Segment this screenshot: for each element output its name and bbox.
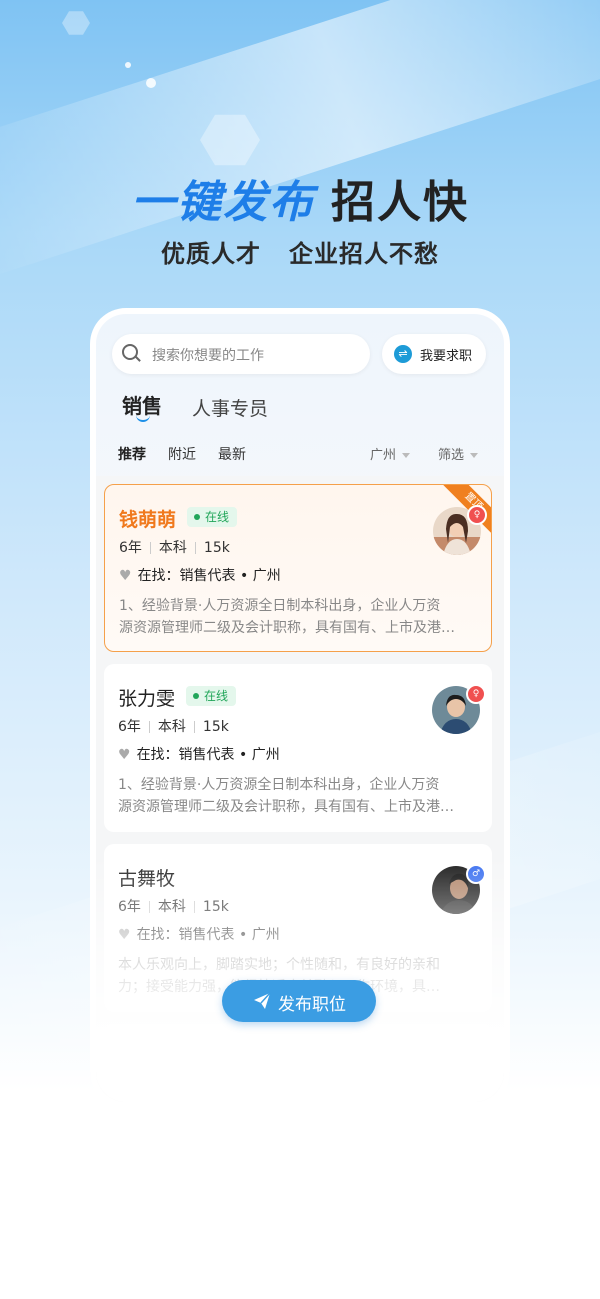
city-label: 广州	[370, 448, 410, 463]
experience: 6年	[119, 540, 142, 556]
education: 本科	[157, 899, 186, 915]
search-icon	[122, 344, 138, 360]
search-placeholder: 搜索你想要的工作	[152, 348, 264, 364]
seeking-row: ♥ 在找：销售代表 • 广州	[118, 924, 280, 944]
headline-dark: 招人快	[331, 177, 469, 228]
seek-job-label: 我要求职	[420, 349, 473, 364]
city-dropdown[interactable]: 广州	[370, 444, 410, 463]
candidate-description: 1、经验背景·人万资源全日制本科出身，企业人万资 源资源管理师二级及会计职称，具有…	[119, 595, 481, 639]
female-icon: ♀	[466, 1044, 486, 1064]
desc-line: 1、经验背景·人万资源全日制本科出身，企业人万资	[118, 777, 440, 793]
decor-dot	[146, 78, 156, 88]
hero-subline: 优质人才 企业招人不愁	[0, 234, 600, 269]
female-icon: ♀	[466, 684, 486, 704]
heart-icon: ♥	[119, 568, 132, 584]
education: 本科	[158, 540, 187, 556]
headline-blue: 一键发布	[131, 177, 315, 228]
desc-line: 源资源管理师二级及会计职称，具有国有、上市及港…	[119, 620, 455, 636]
experience: 6年	[118, 899, 141, 915]
hero-headline: 一键发布 招人快	[0, 166, 600, 230]
candidate-meta: 6年 本科 15k	[118, 896, 229, 916]
male-icon: ♂	[466, 864, 486, 884]
candidate-meta: 6年 本科 15k	[119, 537, 230, 557]
salary: 15k	[202, 719, 229, 735]
filter-recommended[interactable]: 推荐	[118, 444, 146, 464]
candidate-card[interactable]: 张力雯 在线 6年 本科 15k ♥ 在找：销售代表 • 广州 1、经验背景·人万资源…	[104, 664, 492, 832]
candidate-description: 1、经验背景·人万资源全日制本科出身，企业人万资 源资源管理师二级及会计职称，具有…	[118, 774, 480, 818]
experience: 6年	[118, 719, 141, 735]
salary: 15k	[202, 899, 229, 915]
desc-line: 1、经验背景·人万资源全日制本科出身，企业人万资	[119, 598, 441, 614]
candidate-name: 张力雯	[118, 688, 176, 710]
candidate-meta: 6年 本科 15k	[118, 716, 229, 736]
subline-part-1: 优质人才	[161, 240, 261, 268]
candidate-meta: 6年 本科 15k	[118, 1076, 229, 1096]
seek-job-button[interactable]: ⇌ 我要求职	[382, 334, 486, 374]
candidate-name: 钱萌萌	[119, 509, 177, 531]
subline-part-2: 企业招人不愁	[289, 240, 439, 268]
tab-active-indicator	[136, 414, 150, 422]
candidate-card[interactable]: 周静静 6年 本科 15k ♀	[104, 1024, 492, 1102]
filter-label: 筛选	[438, 448, 478, 463]
decor-hexagon	[62, 11, 90, 35]
publish-job-label: 发布职位	[278, 995, 346, 1015]
seeking-text: 在找：销售代表 • 广州	[136, 747, 280, 763]
candidate-name: 古舞牧	[118, 868, 176, 890]
seeking-text: 在找：销售代表 • 广州	[137, 568, 281, 584]
education: 本科	[157, 719, 186, 735]
online-badge: 在线	[186, 686, 237, 706]
decor-dot	[125, 62, 131, 68]
desc-line: 本人乐观向上，脚踏实地；个性随和，有良好的亲和	[118, 957, 440, 973]
education: 本科	[157, 1079, 186, 1095]
candidate-card[interactable]: 置顶 钱萌萌 在线 6年 本科 15k ♥ 在找：销售代表 • 广州 1、经验背景·人…	[104, 484, 492, 652]
female-icon: ♀	[467, 505, 487, 525]
filter-latest[interactable]: 最新	[218, 444, 246, 464]
experience: 6年	[118, 1079, 141, 1095]
salary: 15k	[203, 540, 230, 556]
publish-job-button[interactable]: 发布职位	[222, 980, 376, 1022]
desc-line: 源资源管理师二级及会计职称，具有国有、上市及港…	[118, 799, 454, 815]
heart-icon: ♥	[118, 747, 131, 763]
online-badge: 在线	[187, 507, 238, 527]
seeking-row: ♥ 在找：销售代表 • 广州	[118, 744, 280, 764]
candidate-name: 周静静	[118, 1048, 176, 1070]
filter-dropdown[interactable]: 筛选	[438, 444, 478, 463]
filter-nearby[interactable]: 附近	[168, 444, 196, 464]
seeking-text: 在找：销售代表 • 广州	[136, 927, 280, 943]
salary: 15k	[202, 1079, 229, 1095]
seeking-row: ♥ 在找：销售代表 • 广州	[119, 565, 281, 585]
heart-icon: ♥	[118, 927, 131, 943]
tab-hr-specialist[interactable]: 人事专员	[192, 394, 268, 421]
search-input[interactable]: 搜索你想要的工作	[112, 334, 370, 374]
send-icon	[252, 991, 272, 1011]
switch-icon: ⇌	[394, 345, 412, 363]
